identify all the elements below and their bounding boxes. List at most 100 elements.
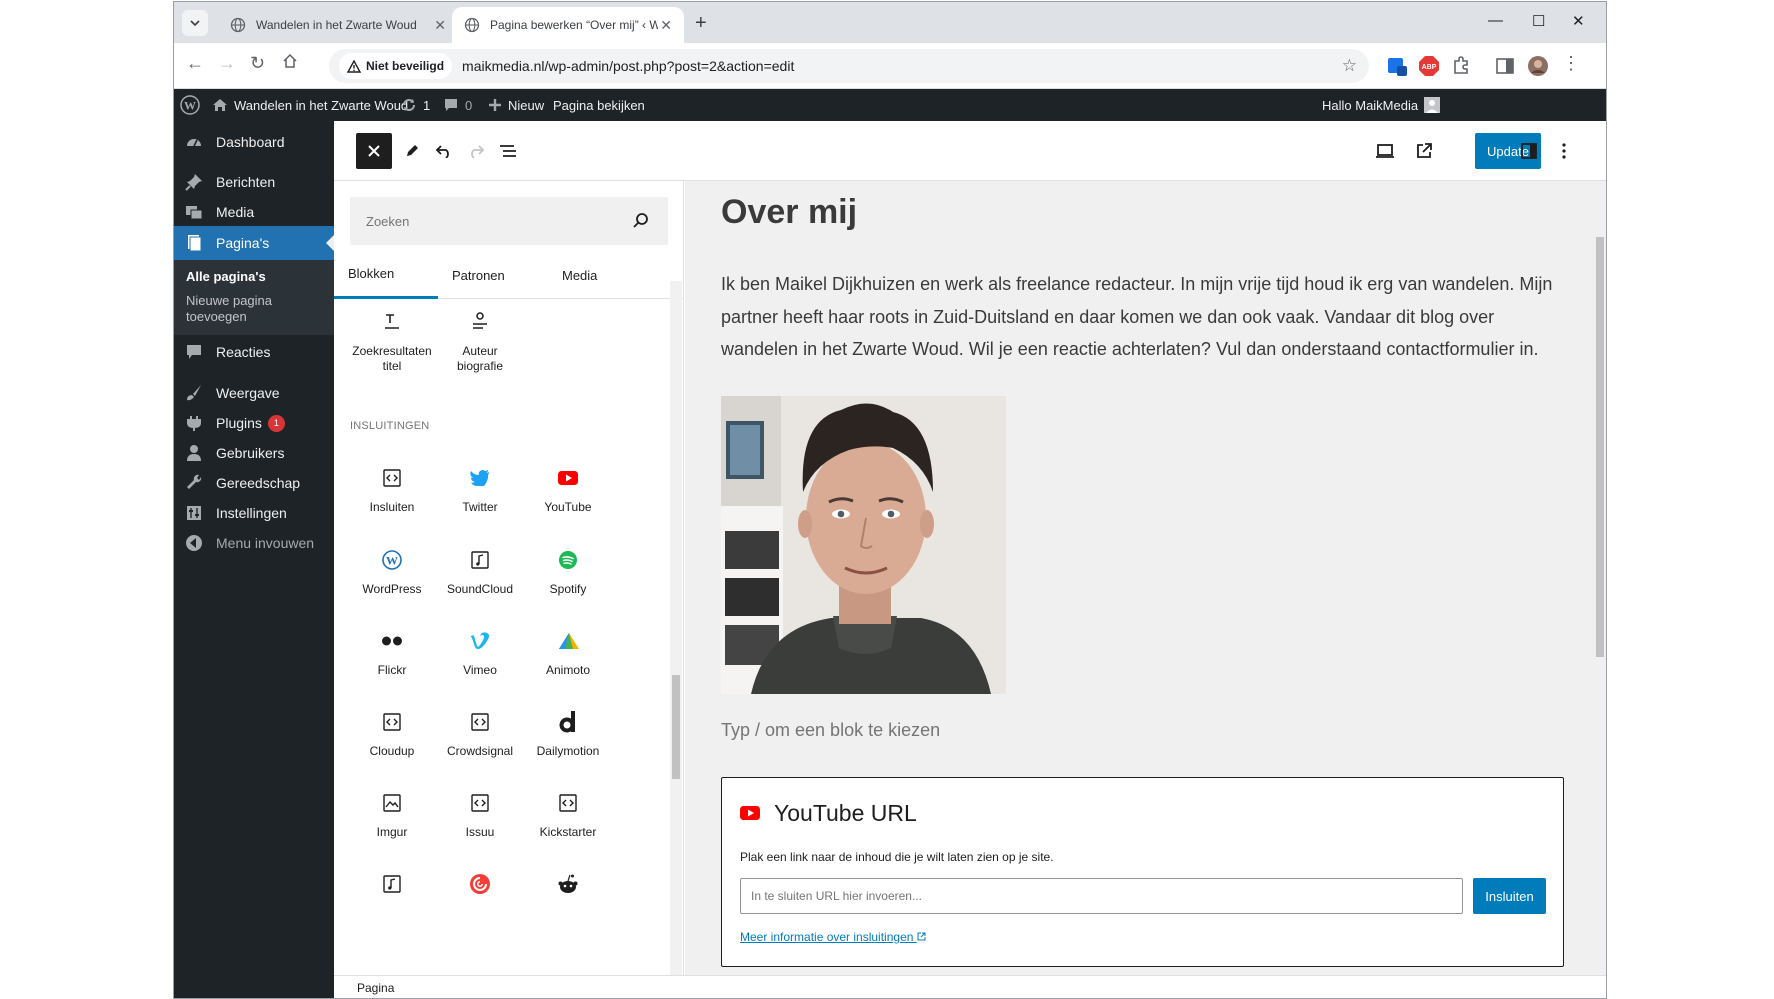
back-icon[interactable]: ← — [186, 53, 204, 74]
sidebar-item-collapse[interactable]: Menu invouwen — [174, 526, 334, 560]
dashboard-icon — [184, 132, 204, 152]
paragraph-block[interactable]: Ik ben Maikel Dijkhuizen en werk als fre… — [721, 268, 1571, 366]
block-wordpress[interactable]: W WordPress — [344, 548, 440, 597]
security-chip[interactable]: Niet beveiligd — [339, 53, 453, 79]
block-crowdsignal[interactable]: Crowdsignal — [432, 710, 528, 759]
sidebar-item-label: Berichten — [216, 174, 276, 190]
sidebar-item-plugins[interactable]: Plugins 1 — [174, 406, 334, 440]
bookmark-star-icon[interactable]: ☆ — [1342, 56, 1357, 76]
block-youtube[interactable]: YouTube — [520, 466, 616, 515]
block-flickr[interactable]: Flickr — [344, 629, 440, 678]
tab-patronen[interactable]: Patronen — [452, 251, 505, 299]
browser-tab-2[interactable]: Pagina bewerken “Over mij” ‹ W ✕ — [452, 7, 684, 43]
tab-search-button[interactable] — [182, 10, 208, 36]
block-imgur[interactable]: Imgur — [344, 791, 440, 840]
block-embed[interactable]: Insluiten — [344, 466, 440, 515]
more-vertical-icon — [1562, 143, 1566, 159]
scrollbar-thumb[interactable] — [1596, 237, 1604, 657]
url-text[interactable]: maikmedia.nl/wp-admin/post.php?post=2&ac… — [462, 58, 794, 74]
profile-photo-image[interactable] — [721, 396, 1006, 694]
inserter-scrollbar[interactable] — [670, 281, 682, 975]
embed-submit-button[interactable]: Insluiten — [1473, 878, 1546, 914]
browser-menu-icon[interactable]: ⋮ — [1562, 53, 1580, 74]
youtube-embed-block[interactable]: YouTube URL Plak een link naar de inhoud… — [721, 777, 1564, 967]
page-title[interactable]: Over mij — [721, 193, 857, 232]
window-close-icon[interactable]: ✕ — [1572, 12, 1585, 30]
new-tab-icon[interactable]: + — [695, 12, 707, 35]
comments-link[interactable]: 0 — [443, 89, 472, 121]
list-view-button[interactable] — [496, 139, 520, 163]
sidebar-item-dashboard[interactable]: Dashboard — [174, 125, 334, 159]
account-link[interactable]: Hallo MaikMedia — [1322, 89, 1446, 121]
block-author-bio[interactable]: Auteur biografie — [432, 310, 528, 374]
view-page-button[interactable] — [1412, 139, 1436, 163]
new-content-link[interactable]: Nieuw — [488, 89, 544, 121]
address-bar[interactable]: Niet beveiligd maikmedia.nl/wp-admin/pos… — [329, 49, 1369, 83]
embed-url-input[interactable]: In te sluiten URL hier invoeren... — [740, 878, 1463, 914]
embed-link-text: Meer informatie over insluitingen — [740, 930, 914, 944]
puzzle-icon[interactable] — [1450, 55, 1472, 77]
block-kickstarter[interactable]: Kickstarter — [520, 791, 616, 840]
block-pocketcasts[interactable] — [432, 872, 528, 896]
home-icon[interactable] — [282, 53, 298, 74]
block-appender[interactable]: Typ / om een blok te kiezen — [721, 720, 940, 741]
browser-tab-1[interactable]: Wandelen in het Zwarte Woud ✕ — [218, 7, 458, 43]
sidebar-item-weergave[interactable]: Weergave — [174, 376, 334, 410]
submenu-new-page[interactable]: Nieuwe pagina toevoegen — [186, 293, 286, 325]
sidebar-item-media[interactable]: Media — [174, 195, 334, 229]
block-inserter-panel: Zoeken Blokken Patronen Media Zoekresult… — [334, 181, 684, 975]
preview-device-button[interactable] — [1373, 139, 1397, 163]
block-animoto[interactable]: Animoto — [520, 629, 616, 678]
breadcrumb-item[interactable]: Pagina — [357, 981, 394, 995]
forward-icon[interactable]: → — [218, 53, 236, 74]
side-panel-icon[interactable] — [1494, 55, 1516, 77]
profile-avatar[interactable] — [1527, 55, 1549, 77]
sidebar-item-instellingen[interactable]: Instellingen — [174, 496, 334, 530]
close-inserter-button[interactable] — [356, 133, 392, 169]
search-placeholder: Zoeken — [366, 213, 410, 229]
undo-button[interactable] — [432, 139, 456, 163]
block-search-input[interactable]: Zoeken — [350, 197, 668, 245]
settings-sidebar-button[interactable] — [1517, 139, 1541, 163]
block-audio-embed[interactable] — [344, 872, 440, 896]
sidebar-item-berichten[interactable]: Berichten — [174, 165, 334, 199]
block-dailymotion[interactable]: Dailymotion — [520, 710, 616, 759]
sidebar-item-paginas[interactable]: Pagina's — [174, 226, 334, 260]
sidebar-item-gereedschap[interactable]: Gereedschap — [174, 466, 334, 500]
canvas-scrollbar[interactable] — [1594, 181, 1606, 975]
twitter-icon — [432, 466, 528, 490]
updates-link[interactable]: 1 — [401, 89, 430, 121]
edit-tools-button[interactable] — [400, 139, 424, 163]
block-twitter[interactable]: Twitter — [432, 466, 528, 515]
tab-blokken[interactable]: Blokken — [334, 251, 438, 299]
block-reddit[interactable] — [520, 872, 616, 896]
sidebar-item-gebruikers[interactable]: Gebruikers — [174, 436, 334, 470]
tab-media[interactable]: Media — [562, 251, 597, 299]
embed-learn-more-link[interactable]: Meer informatie over insluitingen — [740, 930, 926, 944]
block-search-results-title[interactable]: Zoekresultaten titel — [344, 310, 440, 374]
block-spotify[interactable]: Spotify — [520, 548, 616, 597]
view-page-link[interactable]: Pagina bekijken — [553, 89, 645, 121]
block-cloudup[interactable]: Cloudup — [344, 710, 440, 759]
plus-icon — [489, 99, 501, 111]
block-vimeo[interactable]: Vimeo — [432, 629, 528, 678]
submenu-all-pages[interactable]: Alle pagina's — [186, 269, 326, 285]
minimize-icon[interactable]: — — [1488, 12, 1503, 29]
collapse-icon — [184, 533, 204, 553]
redo-button[interactable] — [464, 139, 488, 163]
sidebar-item-reacties[interactable]: Reacties — [174, 335, 334, 369]
admin-sidebar: Dashboard Berichten Media Pagina's Alle … — [174, 121, 334, 998]
block-issuu[interactable]: Issuu — [432, 791, 528, 840]
extension-icon[interactable] — [1386, 55, 1408, 77]
maximize-icon[interactable]: ☐ — [1532, 12, 1545, 30]
tab-close-icon[interactable]: ✕ — [434, 17, 446, 34]
adblock-icon[interactable]: ABP — [1418, 55, 1440, 77]
scrollbar-thumb[interactable] — [672, 675, 680, 779]
reload-icon[interactable]: ↻ — [250, 53, 265, 74]
wp-logo-icon[interactable]: W — [180, 89, 206, 121]
view-page-label: Pagina bekijken — [553, 97, 645, 113]
site-name-link[interactable]: Wandelen in het Zwarte Woud — [212, 89, 408, 121]
tab-close-icon[interactable]: ✕ — [660, 17, 672, 34]
options-button[interactable] — [1552, 139, 1576, 163]
block-soundcloud[interactable]: SoundCloud — [432, 548, 528, 597]
